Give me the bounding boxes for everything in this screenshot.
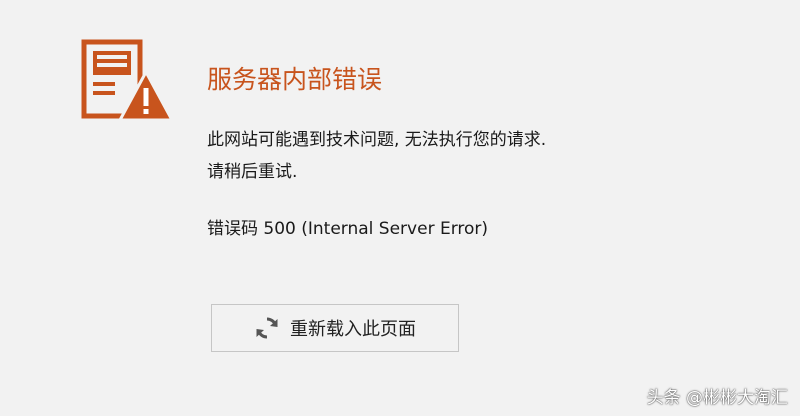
refresh-icon — [254, 315, 280, 341]
error-code: 错误码 500 (Internal Server Error) — [207, 219, 489, 239]
server-warning-icon — [80, 36, 175, 122]
error-description: 此网站可能遇到技术问题, 无法执行您的请求. 请稍后重试. — [207, 124, 546, 188]
reload-page-label: 重新载入此页面 — [290, 319, 416, 340]
watermark-text: 头条 @彬彬大淘汇 — [646, 388, 788, 408]
error-description-line-1: 此网站可能遇到技术问题, 无法执行您的请求. — [207, 130, 547, 150]
reload-page-button[interactable]: 重新载入此页面 — [211, 304, 459, 352]
error-description-line-2: 请稍后重试. — [207, 162, 298, 182]
error-title: 服务器内部错误 — [207, 65, 383, 94]
